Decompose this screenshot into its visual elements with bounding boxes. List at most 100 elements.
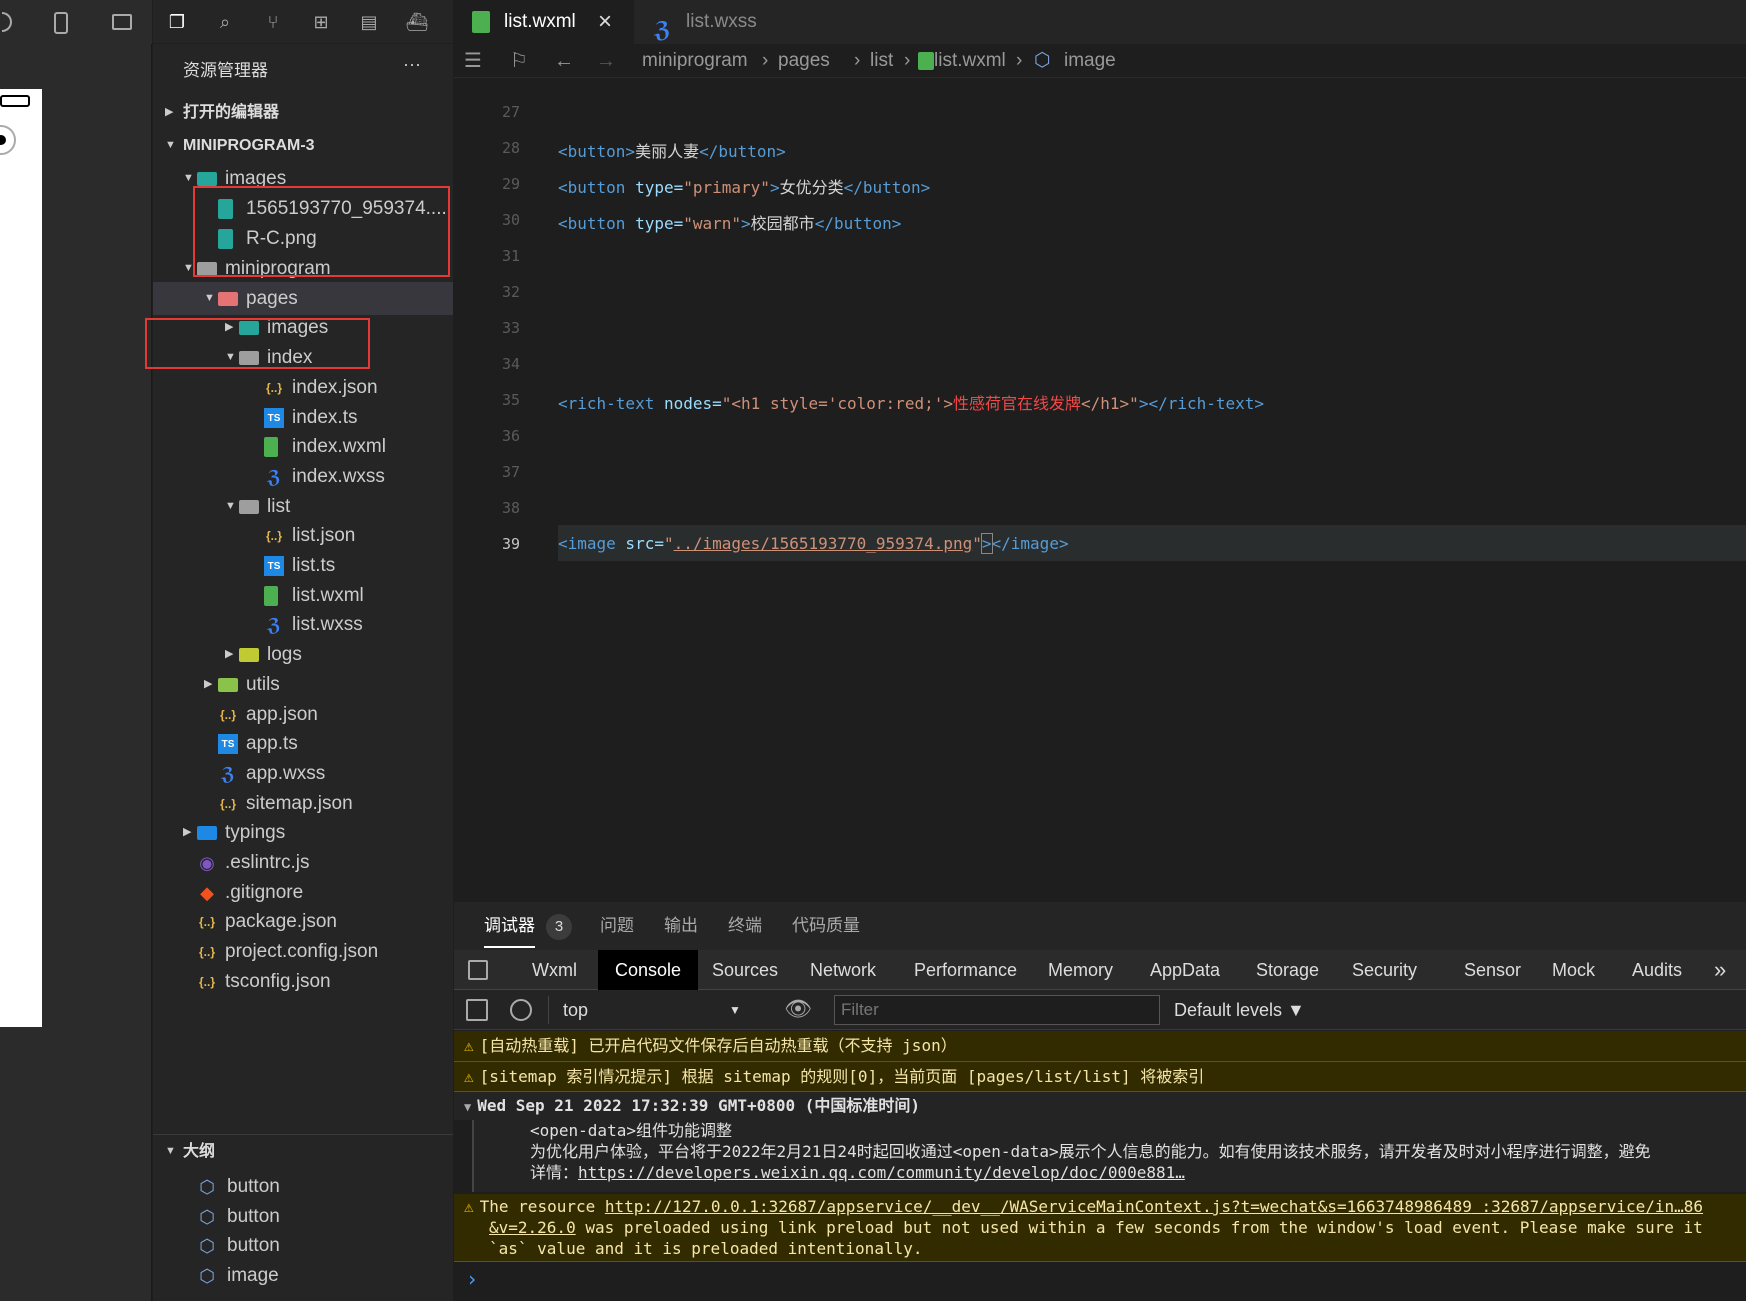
breadcrumb-item[interactable]: list.wxml: [934, 44, 1006, 78]
chevron-icon[interactable]: ▶: [225, 311, 233, 344]
chevron-icon[interactable]: ▼: [183, 162, 194, 195]
tab-audits[interactable]: Audits: [1632, 950, 1682, 990]
chevron-icon[interactable]: ▼: [204, 282, 215, 315]
simulator-screen[interactable]: [0, 89, 42, 1027]
breadcrumb-item[interactable]: miniprogram: [642, 44, 748, 78]
tab-list-wxss[interactable]: ℨ list.wxss: [636, 0, 816, 44]
file-tree-item[interactable]: TS app.ts: [153, 727, 453, 760]
code-editor[interactable]: [454, 78, 1746, 902]
sidebar-toggle-icon[interactable]: [466, 999, 488, 1021]
file-tree-item[interactable]: TS index.ts: [153, 401, 453, 434]
bookmark-icon[interactable]: ⚐: [510, 44, 528, 78]
file-tree-item[interactable]: {..} app.json: [153, 698, 453, 731]
tab-storage[interactable]: Storage: [1256, 950, 1319, 990]
more-tabs-icon[interactable]: »: [1714, 950, 1726, 990]
file-tree-item[interactable]: ▼ index: [153, 341, 453, 374]
file-tree-item[interactable]: ◆ .gitignore: [153, 876, 453, 909]
file-tree-item[interactable]: ▶ utils: [153, 668, 453, 701]
file-tree-item[interactable]: index.wxml: [153, 430, 453, 463]
source-control-icon[interactable]: ⑂: [259, 8, 287, 36]
outline-item[interactable]: ⬡ button: [153, 1170, 453, 1203]
code-line-29[interactable]: <button type="primary">女优分类</button>: [558, 174, 930, 198]
code-line-39[interactable]: <image src="../images/1565193770_959374.…: [558, 533, 1069, 554]
console-group-header[interactable]: ▼ Wed Sep 21 2022 17:32:39 GMT+0800 (中国标准…: [454, 1092, 1746, 1120]
outline-item[interactable]: ⬡ button: [153, 1200, 453, 1233]
tab-performance[interactable]: Performance: [914, 950, 1017, 990]
console-link[interactable]: https://developers.weixin.qq.com/communi…: [578, 1163, 1185, 1182]
file-tree-item[interactable]: 1565193770_959374....: [153, 192, 453, 225]
tab-list-wxml[interactable]: list.wxml ×: [454, 0, 634, 44]
chevron-icon[interactable]: ▶: [225, 638, 233, 671]
capsule-button[interactable]: [0, 125, 16, 155]
file-tree-item[interactable]: ▶ logs: [153, 638, 453, 671]
outline-section[interactable]: ▼ 大纲: [153, 1134, 453, 1167]
tab-code-quality[interactable]: 代码质量: [792, 902, 860, 950]
chevron-icon[interactable]: ▼: [225, 490, 236, 523]
breadcrumb-item[interactable]: pages: [778, 44, 830, 78]
console-filter-input[interactable]: [834, 995, 1160, 1025]
console-link[interactable]: &v=2.26.0: [489, 1218, 576, 1237]
breadcrumb-item[interactable]: image: [1064, 44, 1116, 78]
chevron-icon[interactable]: ▼: [225, 341, 236, 374]
file-tree-item[interactable]: ▼ pages: [153, 281, 453, 315]
tab-output[interactable]: 输出: [664, 902, 698, 950]
tab-console[interactable]: Console: [598, 950, 698, 990]
file-tree-item[interactable]: {..} list.json: [153, 519, 453, 552]
explorer-icon[interactable]: ❐: [163, 8, 191, 36]
file-tree-item[interactable]: ▶ typings: [153, 816, 453, 849]
file-tree-item[interactable]: ℨapp.wxss: [153, 757, 453, 790]
tab-memory[interactable]: Memory: [1048, 950, 1113, 990]
save-icon[interactable]: ▤: [355, 8, 383, 36]
file-tree-item[interactable]: list.wxml: [153, 579, 453, 612]
tab-network[interactable]: Network: [810, 950, 876, 990]
breadcrumb-item[interactable]: list: [870, 44, 893, 78]
docker-icon[interactable]: ⛴: [403, 8, 431, 36]
file-tree-item[interactable]: {..} tsconfig.json: [153, 965, 453, 998]
console-link[interactable]: http://127.0.0.1:32687/appservice/__dev_…: [605, 1197, 1472, 1216]
eye-icon[interactable]: 👁: [784, 996, 812, 1022]
file-tree-item[interactable]: ℨindex.wxss: [153, 460, 453, 493]
search-icon[interactable]: ⌕: [211, 8, 239, 36]
phone-icon[interactable]: [54, 12, 68, 34]
file-tree-item[interactable]: {..} project.config.json: [153, 935, 453, 968]
code-line-28[interactable]: <button>美丽人妻</button>: [558, 138, 786, 162]
extensions-icon[interactable]: ⊞: [307, 8, 335, 36]
tab-problems[interactable]: 问题: [600, 902, 634, 950]
close-icon[interactable]: ×: [598, 0, 612, 44]
more-actions-button[interactable]: ···: [403, 54, 421, 75]
code-line-35[interactable]: <rich-text nodes="<h1 style='color:red;'…: [558, 390, 1264, 414]
clear-console-icon[interactable]: [510, 999, 532, 1021]
forward-icon[interactable]: →: [596, 44, 616, 78]
tab-appdata[interactable]: AppData: [1150, 950, 1220, 990]
file-tree-item[interactable]: ▼ images: [153, 162, 453, 195]
console-prompt[interactable]: ›: [454, 1264, 1746, 1301]
record-icon[interactable]: [2, 12, 12, 32]
project-section[interactable]: ▼ MINIPROGRAM-3: [153, 129, 453, 162]
tab-security[interactable]: Security: [1352, 950, 1417, 990]
inspect-element-icon[interactable]: [468, 960, 488, 980]
outline-item[interactable]: ⬡ button: [153, 1229, 453, 1262]
list-icon[interactable]: ☰: [464, 44, 482, 78]
back-icon[interactable]: ←: [554, 44, 574, 78]
file-tree-item[interactable]: ▼ miniprogram: [153, 252, 453, 285]
tab-sources[interactable]: Sources: [712, 950, 778, 990]
file-tree-item[interactable]: ◉ .eslintrc.js: [153, 846, 453, 879]
chevron-icon[interactable]: ▶: [204, 668, 212, 701]
window-icon[interactable]: [112, 14, 132, 30]
file-tree-item[interactable]: R-C.png: [153, 222, 453, 255]
context-select[interactable]: top ▼: [548, 996, 748, 1024]
open-editors-section[interactable]: ▶ 打开的编辑器: [153, 96, 453, 129]
file-tree-item[interactable]: ▼ list: [153, 490, 453, 523]
file-tree-item[interactable]: {..} index.json: [153, 371, 453, 404]
file-tree-item[interactable]: ▶ images: [153, 311, 453, 344]
console-link[interactable]: :32687/appservice/in…86: [1472, 1197, 1703, 1216]
code-line-30[interactable]: <button type="warn">校园都市</button>: [558, 210, 901, 234]
file-tree-item[interactable]: {..} package.json: [153, 905, 453, 938]
file-tree-item[interactable]: ℨlist.wxss: [153, 608, 453, 641]
outline-item[interactable]: ⬡ image: [153, 1259, 453, 1292]
tab-sensor[interactable]: Sensor: [1464, 950, 1521, 990]
chevron-icon[interactable]: ▶: [183, 816, 191, 849]
log-levels-select[interactable]: Default levels ▼: [1174, 996, 1305, 1024]
tab-terminal[interactable]: 终端: [728, 902, 762, 950]
tab-debugger[interactable]: 调试器: [484, 906, 535, 948]
